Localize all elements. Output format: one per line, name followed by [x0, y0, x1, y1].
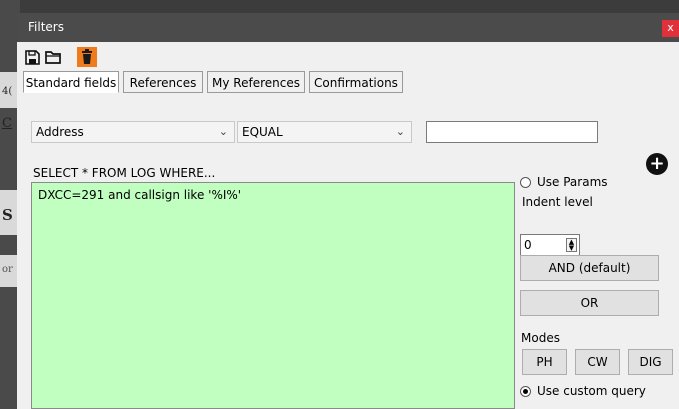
title-bar: Filters x [17, 13, 679, 42]
tab-confirmations[interactable]: Confirmations [309, 71, 403, 93]
spin-arrows-icon[interactable]: ▲ ▼ [566, 238, 577, 252]
use-custom-query-radio[interactable]: Use custom query [520, 384, 646, 398]
field-select[interactable]: Address ⌄ [31, 121, 235, 143]
query-label: SELECT * FROM LOG WHERE... [33, 166, 216, 180]
or-button[interactable]: OR [520, 290, 659, 316]
chevron-down-icon: ⌄ [395, 125, 405, 138]
use-params-label: Use Params [537, 175, 608, 189]
open-folder-icon[interactable] [44, 47, 63, 67]
operator-select-value: EQUAL [242, 125, 283, 139]
background-text: S [2, 206, 13, 224]
background-text: 4( [2, 86, 13, 97]
and-button[interactable]: AND (default) [520, 255, 659, 281]
chevron-down-icon: ⌄ [218, 125, 228, 138]
background-text: or [2, 264, 13, 275]
use-custom-query-label: Use custom query [537, 384, 646, 398]
radio-checked-icon [520, 385, 531, 397]
add-filter-button[interactable]: + [646, 153, 668, 175]
tab-standard-fields[interactable]: Standard fields [23, 71, 119, 93]
window-title: Filters [28, 20, 64, 34]
query-textarea[interactable]: DXCC=291 and callsign like '%I%' [31, 182, 515, 409]
delete-icon[interactable] [77, 47, 97, 67]
tab-references[interactable]: References [123, 71, 203, 93]
mode-dig-button[interactable]: DIG [628, 349, 673, 375]
save-icon[interactable] [24, 47, 41, 67]
filter-value-input[interactable] [426, 121, 598, 143]
mode-ph-button[interactable]: PH [522, 349, 567, 375]
operator-select[interactable]: EQUAL ⌄ [237, 121, 412, 143]
indent-level-spinbox[interactable]: 0 ▲ ▼ [520, 234, 580, 256]
close-button[interactable]: x [662, 20, 679, 37]
use-params-radio[interactable]: Use Params [520, 175, 608, 189]
field-select-value: Address [36, 125, 84, 139]
indent-level-label: Indent level [522, 195, 593, 209]
radio-unchecked-icon [520, 176, 531, 188]
tab-my-references[interactable]: My References [207, 71, 305, 93]
filters-window: Filters x Standard fields References My … [17, 13, 679, 409]
indent-level-value: 0 [524, 238, 532, 252]
background-text: C [2, 116, 12, 131]
modes-label: Modes [521, 331, 560, 345]
mode-cw-button[interactable]: CW [575, 349, 620, 375]
